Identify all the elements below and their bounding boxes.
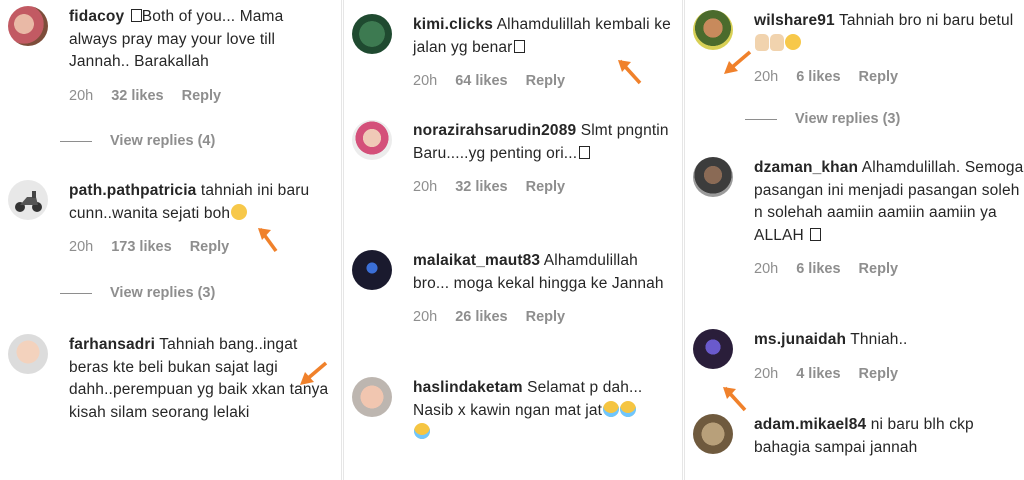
- grin-emoji-icon: [785, 33, 801, 50]
- comment-item: path.pathpatricia tahniah ini baru cunn.…: [8, 180, 335, 270]
- avatar[interactable]: [8, 6, 48, 46]
- laughing-crying-emoji-icon: [414, 423, 430, 439]
- comment-time: 20h: [754, 365, 779, 382]
- orange-arrow-icon: [724, 50, 752, 74]
- reply-button[interactable]: Reply: [859, 366, 899, 382]
- comment-item: haslindaketam Selamat p dah... Nasib x k…: [352, 377, 676, 467]
- likes-count[interactable]: 32 likes: [455, 179, 507, 195]
- comment-username[interactable]: path.pathpatricia: [69, 182, 196, 199]
- likes-count[interactable]: 173 likes: [111, 239, 171, 255]
- comment-username[interactable]: farhansadri: [69, 336, 155, 353]
- comment-username[interactable]: kimi.clicks: [413, 16, 493, 33]
- likes-count[interactable]: 4 likes: [796, 366, 840, 382]
- likes-count[interactable]: 26 likes: [455, 309, 507, 325]
- reply-button[interactable]: Reply: [526, 73, 566, 89]
- laughing-crying-emoji-icon: [603, 400, 620, 417]
- comments-panel-3: wilshare91 Tahniah bro ni baru betul 20h…: [684, 0, 1024, 480]
- unknown-glyph-icon: [130, 9, 142, 22]
- comment-item: norazirahsarudin2089 Slmt pngntin Baru..…: [352, 120, 676, 230]
- divider-line: [745, 118, 777, 120]
- smile-emoji-icon: [231, 203, 248, 220]
- likes-count[interactable]: 6 likes: [796, 261, 840, 277]
- comment-item: adam.mikael84 ni baru blh ckp bahagia sa…: [693, 414, 1018, 474]
- reply-button[interactable]: Reply: [859, 69, 899, 85]
- comments-panel-2: kimi.clicks Alhamdulillah kembali ke jal…: [343, 0, 683, 480]
- reply-button[interactable]: Reply: [190, 239, 230, 255]
- comments-panel-1: fidacoy Both of you... Mama always pray …: [0, 0, 342, 480]
- clap-emoji-icon: [770, 33, 784, 51]
- comment-username[interactable]: haslindaketam: [413, 379, 523, 396]
- reply-button[interactable]: Reply: [526, 179, 566, 195]
- comment-time: 20h: [754, 261, 779, 277]
- comment-item: farhansadri Tahniah bang..ingat beras kt…: [8, 334, 335, 474]
- view-replies-label: View replies (4): [110, 133, 216, 149]
- comment-username[interactable]: ms.junaidah: [754, 331, 846, 348]
- avatar[interactable]: [693, 329, 733, 369]
- comment-meta: 20h 6 likes Reply: [754, 69, 1014, 85]
- divider-line: [60, 140, 92, 142]
- comment-item: fidacoy Both of you... Mama always pray …: [8, 6, 335, 121]
- comment-username[interactable]: wilshare91: [754, 12, 835, 29]
- comment-text: Thniah..: [850, 331, 908, 348]
- view-replies-button[interactable]: View replies (4): [60, 133, 215, 149]
- comment-username[interactable]: fidacoy: [69, 8, 124, 25]
- avatar[interactable]: [8, 180, 48, 220]
- clap-emoji-icon: [755, 33, 769, 51]
- orange-arrow-icon: [300, 361, 328, 385]
- avatar[interactable]: [352, 120, 392, 160]
- comment-item: malaikat_maut83 Alhamdulillah bro... mog…: [352, 250, 676, 360]
- likes-count[interactable]: 64 likes: [455, 73, 507, 89]
- comment-text: Tahniah bro ni baru betul: [838, 12, 1014, 29]
- comment-meta: 20h 32 likes Reply: [413, 179, 672, 195]
- reply-button[interactable]: Reply: [182, 88, 222, 104]
- comment-time: 20h: [69, 239, 94, 255]
- comment-meta: 20h 26 likes Reply: [413, 309, 672, 325]
- comment-username[interactable]: dzaman_khan: [754, 159, 858, 176]
- unknown-glyph-icon: [514, 39, 526, 53]
- reply-button[interactable]: Reply: [526, 309, 566, 325]
- avatar[interactable]: [352, 14, 392, 54]
- likes-count[interactable]: 32 likes: [111, 88, 163, 104]
- avatar[interactable]: [693, 157, 733, 197]
- comment-username[interactable]: adam.mikael84: [754, 416, 866, 433]
- comment-time: 20h: [413, 179, 438, 195]
- comment-meta: 20h 4 likes Reply: [754, 366, 1014, 382]
- view-replies-button[interactable]: View replies (3): [60, 285, 215, 301]
- avatar[interactable]: [693, 414, 733, 454]
- likes-count[interactable]: 6 likes: [796, 69, 840, 85]
- comment-time: 20h: [413, 73, 438, 89]
- divider-line: [60, 292, 92, 294]
- avatar[interactable]: [352, 250, 392, 290]
- laughing-crying-emoji-icon: [620, 400, 637, 417]
- orange-arrow-icon: [723, 386, 747, 412]
- view-replies-label: View replies (3): [795, 111, 901, 127]
- scooter-icon: [15, 191, 42, 212]
- view-replies-label: View replies (3): [110, 285, 216, 301]
- comment-meta: 20h 32 likes Reply: [69, 88, 331, 104]
- comment-username[interactable]: norazirahsarudin2089: [413, 122, 576, 139]
- comment-time: 20h: [69, 87, 94, 104]
- orange-arrow-icon: [258, 227, 278, 253]
- comment-username[interactable]: malaikat_maut83: [413, 252, 540, 269]
- comment-item: dzaman_khan Alhamdulillah. Semoga pasang…: [693, 157, 1023, 307]
- orange-arrow-icon: [618, 59, 642, 85]
- unknown-glyph-icon: [579, 145, 591, 159]
- view-replies-button[interactable]: View replies (3): [745, 111, 900, 127]
- comment-meta: 20h 6 likes Reply: [754, 261, 1014, 277]
- comment-time: 20h: [413, 309, 438, 325]
- reply-button[interactable]: Reply: [859, 261, 899, 277]
- comment-time: 20h: [754, 69, 779, 85]
- avatar[interactable]: [8, 334, 48, 374]
- avatar[interactable]: [693, 10, 733, 50]
- avatar[interactable]: [352, 377, 392, 417]
- unknown-glyph-icon: [810, 227, 822, 241]
